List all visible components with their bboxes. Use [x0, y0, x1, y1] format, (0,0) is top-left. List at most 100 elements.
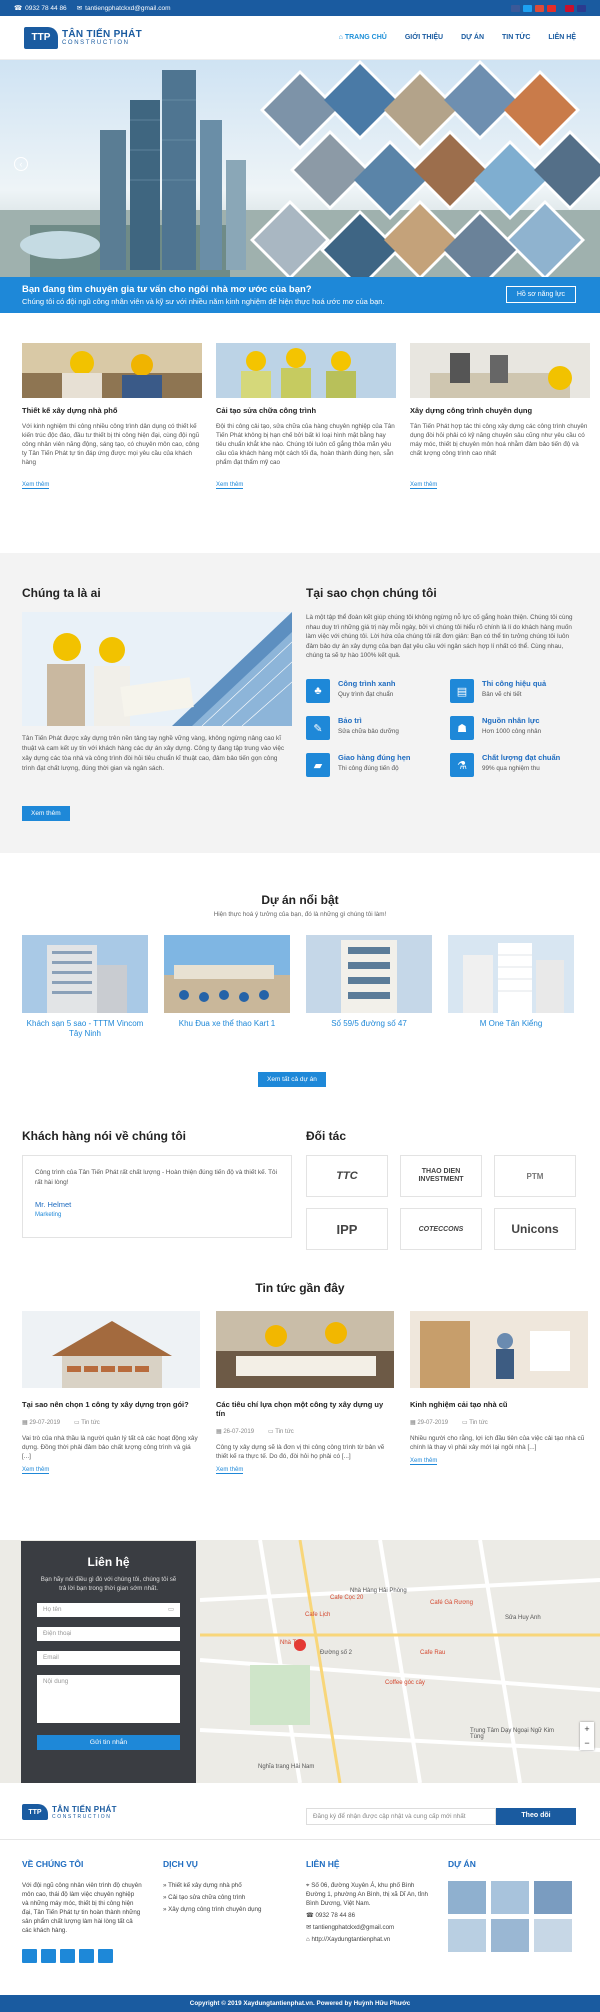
service-image[interactable]	[216, 343, 396, 398]
partner-logo[interactable]: PTM	[494, 1155, 576, 1197]
nav-contact[interactable]: LIÊN HỆ	[548, 34, 576, 41]
project-title[interactable]: M One Tân Kiểng	[448, 1019, 574, 1029]
facebook-icon[interactable]	[511, 4, 520, 12]
project-title[interactable]: Khách sạn 5 sao - TTTM Vincom Tây Ninh	[22, 1019, 148, 1039]
hero-slider: ‹	[0, 60, 600, 277]
truck-icon: ▰	[306, 753, 330, 777]
feature-grid: ♣ Công trình xanh Quy trình đạt chuẩn ▤ Thi…	[306, 679, 596, 779]
phone-contact[interactable]: ☎ 0932 78 44 86	[14, 4, 67, 13]
read-more-link[interactable]: Xem thêm	[410, 1458, 438, 1465]
youtube-icon[interactable]	[98, 1949, 113, 1963]
about-more-button[interactable]: Xem thêm	[22, 806, 70, 821]
why-desc: Là một tập thể đoàn kết giúp chúng tôi k…	[306, 614, 573, 660]
project-card[interactable]: Khu Đua xe thể thao Kart 1	[164, 935, 290, 1039]
project-thumb[interactable]	[534, 1881, 572, 1914]
project-thumb[interactable]	[491, 1881, 529, 1914]
brand-tagline: CONSTRUCTION	[52, 1813, 112, 1820]
nav-about[interactable]: GIỚI THIỆU	[405, 34, 443, 41]
partner-logo[interactable]: COTECCONS	[400, 1208, 482, 1250]
english-flag-icon[interactable]	[577, 4, 586, 12]
brand-name: TÂN TIẾN PHÁT	[52, 1804, 117, 1814]
google-plus-icon[interactable]	[535, 4, 544, 12]
footer-email[interactable]: ✉ tantiengphatckxd@gmail.com	[306, 1923, 430, 1932]
folder-icon[interactable]: ▭ Tin tức	[462, 1419, 488, 1426]
read-more-link[interactable]: Xem thêm	[410, 482, 438, 489]
partner-logo[interactable]: IPP	[306, 1208, 388, 1250]
twitter-icon[interactable]	[523, 4, 532, 12]
feature-item: ⚗ Chất lượng đạt chuẩn 99% qua nghiệm thu	[450, 753, 590, 779]
footer-website[interactable]: ⌂ http://Xaydungtantienphat.vn	[306, 1935, 430, 1944]
footer-phone[interactable]: ☎ 0932 78 44 86	[306, 1911, 430, 1920]
project-thumb[interactable]	[448, 1919, 486, 1952]
footer-service-link[interactable]: » Xây dựng công trình chuyên dụng	[163, 1905, 283, 1914]
news-title[interactable]: Kinh nghiệm cải tạo nhà cũ	[410, 1400, 588, 1409]
news-title[interactable]: Các tiêu chí lựa chọn một công ty xây dự…	[216, 1400, 394, 1418]
read-more-link[interactable]: Xem thêm	[216, 482, 244, 489]
service-title[interactable]: Xây dựng công trình chuyên dụng	[410, 406, 590, 415]
phone-input[interactable]: Điện thoại	[37, 1627, 180, 1641]
email-input[interactable]: Email	[37, 1651, 180, 1665]
subscribe-button[interactable]: Theo dõi	[496, 1808, 576, 1825]
zoom-out-button[interactable]: −	[580, 1736, 594, 1750]
feature-item: ☗ Nguồn nhân lực Hơn 1000 công nhân	[450, 716, 590, 742]
service-image[interactable]	[22, 343, 202, 398]
footer-about-text: Với đội ngũ công nhân viên trình độ chuy…	[22, 1882, 142, 1934]
map-label: Sửa Huy Anh	[505, 1615, 541, 1621]
partner-logo[interactable]: Unicons	[494, 1208, 576, 1250]
news-card: Kinh nghiệm cải tạo nhà cũ ▦ 29-07-2019 ▭…	[410, 1311, 588, 1474]
footer-logo[interactable]: TTP TÂN TIẾN PHÁT CONSTRUCTION	[22, 1804, 117, 1820]
news-title[interactable]: Tại sao nên chọn 1 công ty xây dựng trọn…	[22, 1400, 200, 1409]
read-more-link[interactable]: Xem thêm	[216, 1467, 244, 1474]
news-image[interactable]	[410, 1311, 588, 1388]
partner-logo[interactable]: THAO DIEN INVESTMENT	[400, 1155, 482, 1197]
news-image[interactable]	[22, 1311, 200, 1388]
folder-icon[interactable]: ▭ Tin tức	[268, 1428, 294, 1435]
send-button[interactable]: Gửi tin nhắn	[37, 1735, 180, 1750]
linkedin-icon[interactable]	[79, 1949, 94, 1963]
map-label: Cafe Rau	[420, 1650, 446, 1656]
main-nav: ⌂ TRANG CHỦ GIỚI THIỆU DỰ ÁN TIN TỨC LIÊ…	[339, 34, 576, 41]
nav-home[interactable]: ⌂ TRANG CHỦ	[339, 34, 387, 41]
slider-prev-button[interactable]: ‹	[14, 157, 28, 171]
service-title[interactable]: Thiết kế xây dựng nhà phố	[22, 406, 202, 415]
nav-news[interactable]: TIN TỨC	[502, 34, 530, 41]
project-title[interactable]: Số 59/5 đường số 47	[306, 1019, 432, 1029]
vietnamese-flag-icon[interactable]	[565, 4, 574, 12]
profile-button[interactable]: Hồ sơ năng lực	[505, 286, 576, 303]
flask-icon: ⚗	[450, 753, 474, 777]
name-input[interactable]: Họ tên ▭	[37, 1603, 180, 1617]
footer-service-link[interactable]: » Cải tạo sửa chữa công trình	[163, 1893, 283, 1902]
facebook-icon[interactable]	[22, 1949, 37, 1963]
newsletter-input[interactable]: Đăng ký để nhận được cập nhật và cung cấ…	[306, 1808, 496, 1825]
footer-service-link[interactable]: » Thiết kế xây dựng nhà phố	[163, 1881, 283, 1890]
service-title[interactable]: Cải tạo sửa chữa công trình	[216, 406, 396, 415]
twitter-icon[interactable]	[41, 1949, 56, 1963]
project-card[interactable]: Khách sạn 5 sao - TTTM Vincom Tây Ninh	[22, 935, 148, 1039]
email-contact[interactable]: ✉ tantiengphatckxd@gmail.com	[77, 4, 171, 13]
google-plus-icon[interactable]	[60, 1949, 75, 1963]
projects-subtitle: Hiện thực hoá ý tưởng của bạn, đó là nhữ…	[213, 911, 387, 918]
youtube-icon[interactable]	[547, 4, 556, 12]
folder-icon[interactable]: ▭ Tin tức	[74, 1419, 100, 1426]
logo[interactable]: TTP TÂN TIẾN PHÁT CONSTRUCTION	[24, 26, 142, 49]
all-projects-button[interactable]: Xem tất cả dự án	[258, 1072, 326, 1087]
news-desc: Nhiều người cho rằng, lợi ích đầu tiên c…	[410, 1435, 585, 1451]
testimonial-name: Mr. Helmet	[35, 1200, 72, 1209]
news-list: Tại sao nên chọn 1 công ty xây dựng trọn…	[22, 1311, 588, 1474]
read-more-link[interactable]: Xem thêm	[22, 482, 50, 489]
project-card[interactable]: Số 59/5 đường số 47	[306, 935, 432, 1039]
read-more-link[interactable]: Xem thêm	[22, 1467, 50, 1474]
footer-about: VỀ CHÚNG TÔI Với đội ngũ công nhân viên …	[22, 1859, 142, 1963]
nav-projects[interactable]: DỰ ÁN	[461, 34, 484, 41]
project-thumb[interactable]	[534, 1919, 572, 1952]
project-thumb[interactable]	[491, 1919, 529, 1952]
feature-title: Công trình xanh	[338, 679, 396, 688]
news-image[interactable]	[216, 1311, 394, 1388]
partner-logo[interactable]: TTC	[306, 1155, 388, 1197]
project-title[interactable]: Khu Đua xe thể thao Kart 1	[164, 1019, 290, 1029]
message-textarea[interactable]: Nội dung	[37, 1675, 180, 1723]
project-thumb[interactable]	[448, 1881, 486, 1914]
zoom-in-button[interactable]: +	[580, 1722, 594, 1736]
service-image[interactable]	[410, 343, 590, 398]
project-card[interactable]: M One Tân Kiểng	[448, 935, 574, 1039]
